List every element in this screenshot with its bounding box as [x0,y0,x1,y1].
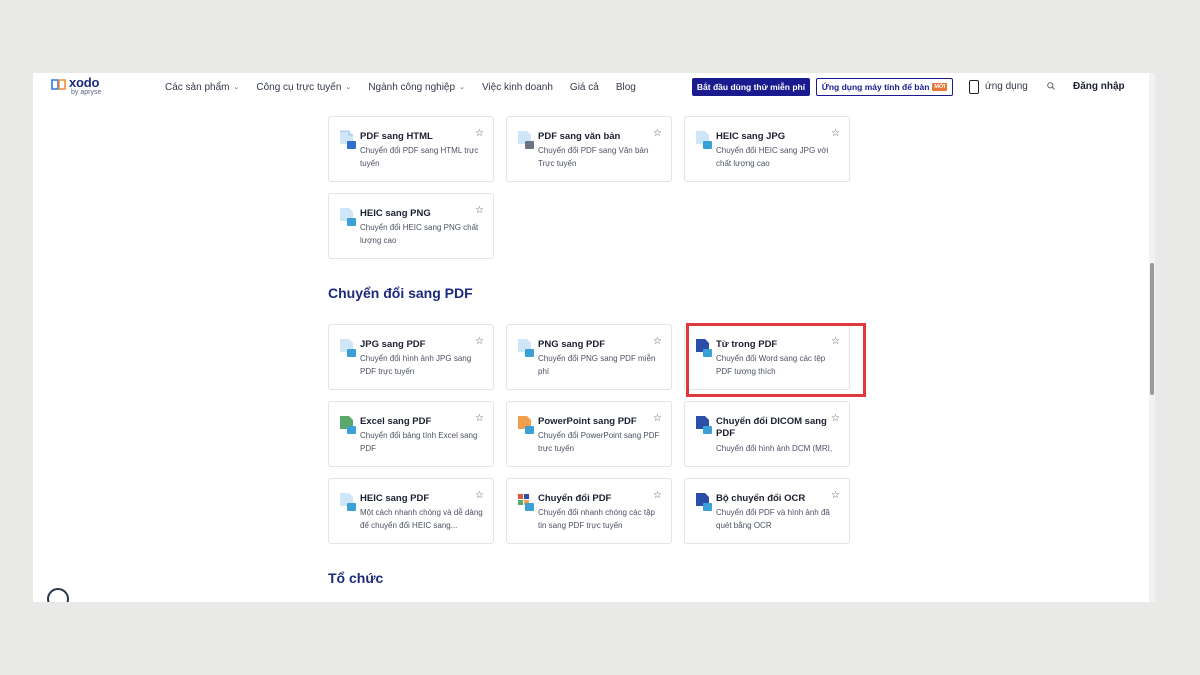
tool-card-excel-to-pdf[interactable]: Excel sang PDF Chuyển đổi bảng tính Exce… [328,401,494,467]
card-description: Chuyển đổi HEIC sang PNG chất lượng cao [360,223,479,245]
tool-card-png-to-pdf[interactable]: PNG sang PDF Chuyển đổi PNG sang PDF miễ… [506,324,672,390]
card-title: JPG sang PDF [360,339,426,350]
section-title-convert-to-pdf: Chuyển đổi sang PDF [328,285,473,301]
card-title: Excel sang PDF [360,416,432,427]
powerpoint-file-icon [518,416,534,434]
card-description: Chuyển đổi hình ảnh JPG sang PDF trực tu… [360,354,472,376]
site-header: xodo by apryse Các sản phẩm ⌄ Công cụ trự… [33,73,1155,101]
star-icon[interactable]: ☆ [475,206,484,216]
tool-card-heic-to-png[interactable]: HEIC sang PNG Chuyển đổi HEIC sang PNG c… [328,193,494,259]
card-description: Chuyển đổi bảng tính Excel sang PDF [360,431,478,453]
logo-name: xodo [69,75,100,90]
multi-format-icon [518,494,534,511]
card-description: Chuyển đổi nhanh chóng các tập tin sang … [538,508,655,530]
card-title: PDF sang HTML [360,131,433,142]
card-description: Chuyển đổi PDF sang HTML trực tuyến [360,146,479,168]
tool-card-heic-to-jpg[interactable]: HEIC sang JPG Chuyển đổi HEIC sang JPG v… [684,116,850,182]
app-link[interactable]: ứng dụng [985,81,1028,92]
file-convert-icon [518,339,534,357]
card-description: Một cách nhanh chóng và dễ dàng để chuyể… [360,508,483,530]
file-convert-icon [340,208,356,226]
card-title: HEIC sang PDF [360,493,430,504]
search-icon[interactable] [1047,82,1055,90]
star-icon[interactable]: ☆ [831,414,840,424]
chevron-down-icon: ⌄ [233,84,240,91]
nav-blog[interactable]: Blog [616,82,636,93]
nav-online-tools[interactable]: Công cụ trực tuyến ⌄ [256,82,351,93]
card-description: Chuyển đổi PDF sang Văn bản Trực tuyến [538,146,649,168]
card-title: HEIC sang JPG [716,131,786,142]
phone-icon[interactable] [969,80,979,94]
card-description: Chuyển đổi hình ảnh DCM (MRI, [716,444,833,453]
desktop-app-label: Ứng dụng máy tính để bàn [821,82,930,92]
card-description: Chuyển đổi PowerPoint sang PDF trực tuyế… [538,431,660,453]
help-chat-icon[interactable] [47,588,69,602]
tool-card-jpg-to-pdf[interactable]: JPG sang PDF Chuyển đổi hình ảnh JPG san… [328,324,494,390]
tool-card-heic-to-pdf[interactable]: HEIC sang PDF Một cách nhanh chóng và dễ… [328,478,494,544]
login-link[interactable]: Đăng nhập [1073,81,1125,92]
scrollbar-thumb[interactable] [1150,263,1154,395]
card-title: PowerPoint sang PDF [538,416,637,427]
xodo-logo-icon [51,79,66,90]
tool-card-dicom-to-pdf[interactable]: Chuyển đổi DICOM sang PDF Chuyển đổi hìn… [684,401,850,467]
highlight-box [686,323,866,397]
star-icon[interactable]: ☆ [475,337,484,347]
file-convert-icon [518,131,534,149]
star-icon[interactable]: ☆ [475,129,484,139]
star-icon[interactable]: ☆ [653,414,662,424]
nav-business[interactable]: Việc kinh doanh [482,82,553,93]
card-title: PNG sang PDF [538,339,606,350]
file-convert-icon [340,339,356,357]
tool-card-pdf-to-text[interactable]: PDF sang văn bản Chuyển đổi PDF sang Văn… [506,116,672,182]
section-title-organize: Tổ chức [328,570,384,586]
star-icon[interactable]: ☆ [653,337,662,347]
tool-card-ocr-converter[interactable]: Bộ chuyển đổi OCR Chuyển đổi PDF và hình… [684,478,850,544]
desktop-app-button[interactable]: Ứng dụng máy tính để bàn MỚI [816,78,953,96]
start-free-trial-button[interactable]: Bắt đầu dùng thử miễn phí [692,78,810,96]
card-title: Chuyển đổi PDF [538,493,612,504]
star-icon[interactable]: ☆ [653,491,662,501]
file-convert-icon [340,493,356,511]
card-title: HEIC sang PNG [360,208,431,219]
new-badge: MỚI [932,83,948,91]
logo-subtitle: by apryse [71,89,102,96]
star-icon[interactable]: ☆ [653,129,662,139]
excel-file-icon [340,416,356,434]
card-title: PDF sang văn bản [538,131,621,142]
star-icon[interactable]: ☆ [475,491,484,501]
nav-industries[interactable]: Ngành công nghiệp ⌄ [368,82,465,93]
card-title: Chuyển đổi DICOM sang PDF [716,416,827,439]
chevron-down-icon: ⌄ [459,84,465,91]
card-description: Chuyển đổi PDF và hình ảnh đã quét bằng … [716,508,830,530]
xodo-logo[interactable]: xodo by apryse [51,75,111,99]
file-convert-icon [696,131,712,149]
nav-pricing[interactable]: Giá cả [570,82,599,93]
star-icon[interactable]: ☆ [831,129,840,139]
tool-card-powerpoint-to-pdf[interactable]: PowerPoint sang PDF Chuyển đổi PowerPoin… [506,401,672,467]
browser-window: xodo by apryse Các sản phẩm ⌄ Công cụ trự… [33,73,1155,602]
chevron-down-icon: ⌄ [345,84,352,91]
star-icon[interactable]: ☆ [475,414,484,424]
file-convert-icon [340,130,356,149]
ocr-file-icon [696,493,712,511]
nav-products[interactable]: Các sản phẩm ⌄ [165,82,239,93]
star-icon[interactable]: ☆ [831,491,840,501]
card-description: Chuyển đổi PNG sang PDF miễn phí [538,354,656,376]
dicom-file-icon [696,416,712,434]
tool-card-convert-pdf[interactable]: Chuyển đổi PDF Chuyển đổi nhanh chóng cá… [506,478,672,544]
card-title: Bộ chuyển đổi OCR [716,493,806,504]
main-nav: Các sản phẩm ⌄ Công cụ trực tuyến ⌄ Ngành … [165,73,653,101]
tool-card-pdf-to-html[interactable]: PDF sang HTML Chuyển đổi PDF sang HTML t… [328,116,494,182]
card-description: Chuyển đổi HEIC sang JPG với chất lượng … [716,146,829,168]
